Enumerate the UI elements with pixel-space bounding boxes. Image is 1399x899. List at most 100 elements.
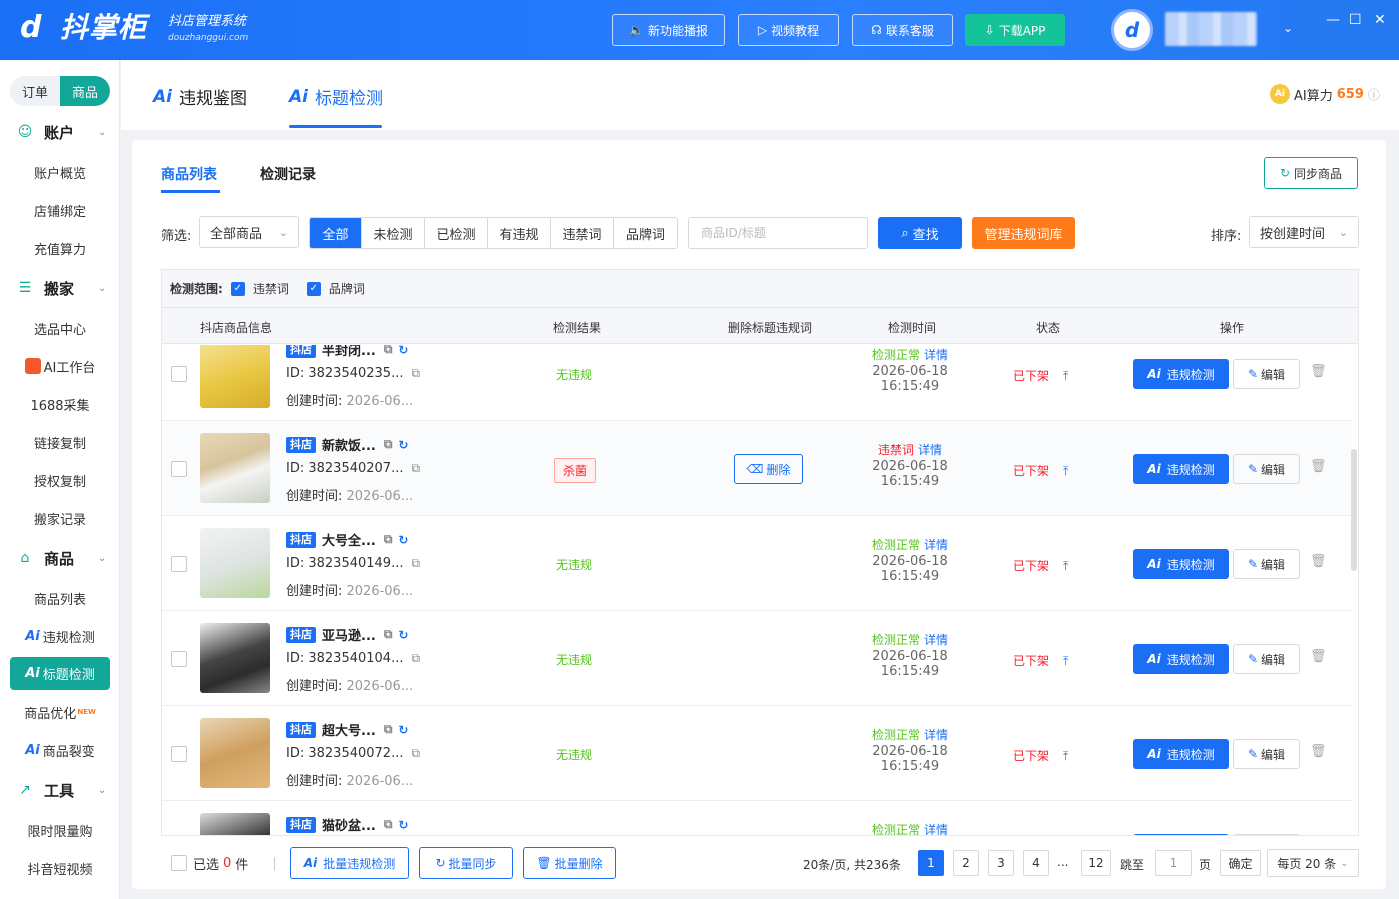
tab-violation-image[interactable]: Ai 违规鉴图 xyxy=(153,84,247,110)
product-thumbnail[interactable] xyxy=(200,433,270,503)
scope-banned-checkbox[interactable]: ✓ xyxy=(230,281,245,296)
page-3[interactable]: 3 xyxy=(988,850,1014,876)
sort-select[interactable]: 按创建时间 ⌄ xyxy=(1249,216,1359,248)
sidebar-item-auth-copy[interactable]: 授权复制 xyxy=(10,464,110,496)
sync-goods-button[interactable]: ↻ 同步商品 xyxy=(1264,157,1358,189)
upload-icon[interactable]: ⤒ xyxy=(1063,559,1068,573)
product-thumbnail[interactable] xyxy=(200,345,270,408)
ai-check-button[interactable]: Ai 违规检测 xyxy=(1133,549,1229,579)
detail-link[interactable]: 详情 xyxy=(924,728,948,742)
seg-unchecked[interactable]: 未检测 xyxy=(362,218,425,248)
edit-button[interactable]: ✎ 编辑 xyxy=(1233,359,1300,389)
trash-icon[interactable]: 🗑 xyxy=(1310,459,1327,474)
sidebar-item-ai-workbench[interactable]: AI工作台 xyxy=(10,350,110,382)
sidebar-group-goods[interactable]: ⌂ 商品 ⌄ xyxy=(0,543,120,573)
maximize-icon[interactable]: ☐ xyxy=(1349,12,1362,28)
jump-input[interactable]: 1 xyxy=(1155,850,1192,876)
tab-goods-list[interactable]: 商品列表 xyxy=(161,164,217,184)
upload-icon[interactable]: ⤒ xyxy=(1063,654,1068,668)
row-checkbox[interactable] xyxy=(171,461,187,477)
order-goods-switch[interactable]: 订单 商品 xyxy=(10,76,110,106)
batch-delete-button[interactable]: 🗑 批量删除 xyxy=(523,847,616,879)
copy-icon[interactable]: ⧉ xyxy=(384,437,393,452)
sidebar-group-account[interactable]: ☺ 账户 ⌄ xyxy=(0,117,120,147)
edit-button[interactable]: ✎ 编辑 xyxy=(1233,454,1300,484)
vertical-scrollbar[interactable] xyxy=(1351,449,1357,571)
edit-button[interactable]: ✎ 编辑 xyxy=(1233,549,1300,579)
tab-check-records[interactable]: 检测记录 xyxy=(260,164,316,184)
upload-icon[interactable]: ⤒ xyxy=(1063,749,1068,763)
search-input[interactable] xyxy=(688,217,868,249)
sidebar-item-flash-sale[interactable]: 限时限量购 xyxy=(10,814,110,846)
seg-checked[interactable]: 已检测 xyxy=(425,218,488,248)
detail-link[interactable]: 详情 xyxy=(918,443,942,457)
seg-banned-words[interactable]: 违禁词 xyxy=(551,218,614,248)
sidebar-group-tools[interactable]: ↗ 工具 ⌄ xyxy=(0,775,120,805)
sidebar-item-title-check[interactable]: Ai 标题检测 xyxy=(10,657,110,690)
edit-button[interactable]: ✎ 编辑 xyxy=(1233,644,1300,674)
video-tutorial-button[interactable]: ▷ 视频教程 xyxy=(738,14,839,46)
page-1[interactable]: 1 xyxy=(918,850,944,876)
sidebar-item-move-records[interactable]: 搬家记录 xyxy=(10,502,110,534)
edit-button[interactable]: ✎ 编辑 xyxy=(1233,739,1300,769)
sidebar-item-goods-fission[interactable]: Ai 商品裂变 xyxy=(10,734,110,766)
trash-icon[interactable]: 🗑 xyxy=(1310,744,1327,759)
copy-icon[interactable]: ⧉ xyxy=(411,556,420,570)
avatar[interactable]: d xyxy=(1111,9,1153,51)
detail-link[interactable]: 详情 xyxy=(924,633,948,647)
goods-filter-select[interactable]: 全部商品 ⌄ xyxy=(199,216,299,248)
product-thumbnail[interactable] xyxy=(200,813,270,835)
select-all-checkbox[interactable] xyxy=(171,855,187,871)
copy-icon[interactable]: ⧉ xyxy=(411,461,420,475)
sidebar-item-selection-center[interactable]: 选品中心 xyxy=(10,312,110,344)
ai-check-button[interactable] xyxy=(1133,834,1229,835)
refresh-icon[interactable]: ↻ xyxy=(398,533,408,547)
page-ellipsis[interactable]: ... xyxy=(1057,855,1068,869)
row-checkbox[interactable] xyxy=(171,651,187,667)
copy-icon[interactable]: ⧉ xyxy=(384,627,393,642)
page-12[interactable]: 12 xyxy=(1081,850,1111,876)
row-checkbox[interactable] xyxy=(171,556,187,572)
row-checkbox[interactable] xyxy=(171,366,187,382)
delete-word-button[interactable]: ⌫ 删除 xyxy=(734,454,803,484)
product-thumbnail[interactable] xyxy=(200,528,270,598)
product-thumbnail[interactable] xyxy=(200,718,270,788)
sidebar-item-violation-check[interactable]: Ai 违规检测 xyxy=(10,620,110,652)
sidebar-item-goods-optimize[interactable]: 商品优化 NEW xyxy=(10,696,110,728)
copy-icon[interactable]: ⧉ xyxy=(411,651,420,665)
upload-icon[interactable]: ⤒ xyxy=(1063,369,1068,383)
refresh-icon[interactable]: ↻ xyxy=(398,438,408,452)
chevron-down-icon[interactable]: ⌄ xyxy=(1283,21,1293,35)
sidebar-item-shop-binding[interactable]: 店铺绑定 xyxy=(10,194,110,226)
search-button[interactable]: ⌕ 查找 xyxy=(878,217,962,249)
copy-icon[interactable]: ⧉ xyxy=(384,817,393,832)
minimize-icon[interactable]: — xyxy=(1326,12,1340,28)
trash-icon[interactable]: 🗑 xyxy=(1310,364,1327,379)
refresh-icon[interactable]: ↻ xyxy=(398,628,408,642)
refresh-icon[interactable]: ↻ xyxy=(398,345,408,357)
sidebar-item-link-copy[interactable]: 链接复制 xyxy=(10,426,110,458)
new-features-button[interactable]: 🔈 新功能播报 xyxy=(612,14,725,46)
detail-link[interactable]: 详情 xyxy=(924,348,948,362)
close-icon[interactable]: ✕ xyxy=(1374,12,1386,28)
ai-check-button[interactable]: Ai 违规检测 xyxy=(1133,454,1229,484)
batch-check-button[interactable]: Ai 批量违规检测 xyxy=(290,847,409,879)
sidebar-item-goods-list[interactable]: 商品列表 xyxy=(10,582,110,614)
contact-support-button[interactable]: ☊ 联系客服 xyxy=(852,14,953,46)
copy-icon[interactable]: ⧉ xyxy=(411,366,420,380)
upload-icon[interactable]: ⤒ xyxy=(1063,464,1068,478)
sidebar-item-recharge[interactable]: 充值算力 xyxy=(10,232,110,264)
seg-has-violation[interactable]: 有违规 xyxy=(488,218,551,248)
detail-link[interactable]: 详情 xyxy=(924,823,948,835)
sidebar-item-account-overview[interactable]: 账户概览 xyxy=(10,156,110,188)
trash-icon[interactable]: 🗑 xyxy=(1310,649,1327,664)
switch-order[interactable]: 订单 xyxy=(10,76,60,106)
sidebar-item-douyin-video[interactable]: 抖音短视频 xyxy=(10,852,110,884)
scope-brand-checkbox[interactable]: ✓ xyxy=(306,281,321,296)
help-icon[interactable]: ⓘ xyxy=(1368,86,1380,103)
batch-sync-button[interactable]: ↻ 批量同步 xyxy=(419,847,513,879)
seg-all[interactable]: 全部 xyxy=(310,218,362,248)
seg-brand-words[interactable]: 品牌词 xyxy=(614,218,677,248)
sidebar-group-move[interactable]: ☰ 搬家 ⌄ xyxy=(0,273,120,303)
copy-icon[interactable]: ⧉ xyxy=(384,532,393,547)
